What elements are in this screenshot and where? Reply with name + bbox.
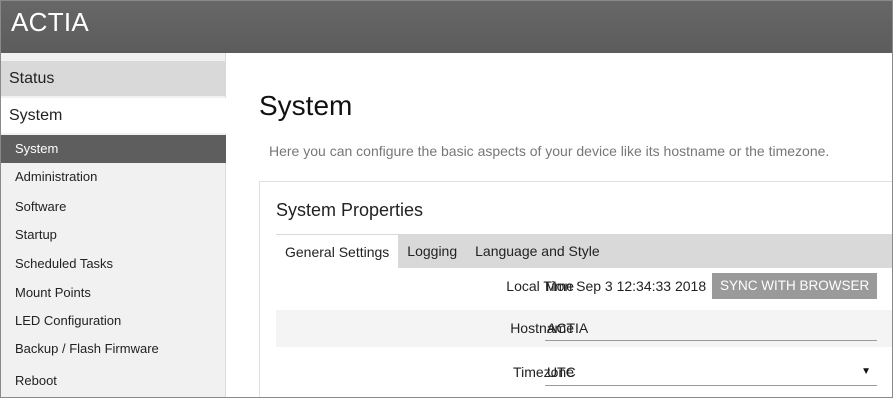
timezone-row: Timezone UTC ▼ <box>276 354 892 391</box>
system-properties-panel: System Properties General Settings Loggi… <box>259 181 892 397</box>
sidebar-section-status[interactable]: Status <box>1 61 226 96</box>
hostname-input[interactable]: ACTIA <box>545 317 877 341</box>
sidebar-item-mount-points[interactable]: Mount Points <box>1 279 226 307</box>
sync-with-browser-button[interactable]: SYNC WITH BROWSER <box>712 273 878 299</box>
page-description: Here you can configure the basic aspects… <box>269 143 830 159</box>
sidebar: Status System System Administration Soft… <box>1 53 226 397</box>
local-time-value: Mon Sep 3 12:34:33 2018 <box>545 278 707 294</box>
timezone-selected-value: UTC <box>547 364 576 380</box>
sidebar-item-system[interactable]: System <box>1 135 226 163</box>
brand-logo[interactable]: ACTIA <box>11 6 89 38</box>
tab-general-settings[interactable]: General Settings <box>276 234 399 268</box>
tab-logging[interactable]: Logging <box>398 234 466 268</box>
main-content: System Here you can configure the basic … <box>227 53 892 397</box>
sidebar-item-scheduled-tasks[interactable]: Scheduled Tasks <box>1 250 226 278</box>
page-title: System <box>259 90 353 121</box>
sidebar-item-reboot[interactable]: Reboot <box>1 367 226 395</box>
sidebar-item-backup-flash-firmware[interactable]: Backup / Flash Firmware <box>1 335 226 363</box>
sidebar-item-led-configuration[interactable]: LED Configuration <box>1 307 226 335</box>
timezone-select[interactable]: UTC ▼ <box>545 360 877 386</box>
sidebar-item-startup[interactable]: Startup <box>1 221 226 249</box>
dropdown-caret-icon: ▼ <box>861 366 871 377</box>
sidebar-item-software[interactable]: Software <box>1 193 226 221</box>
tab-language-and-style[interactable]: Language and Style <box>466 234 609 268</box>
sidebar-item-administration[interactable]: Administration <box>1 163 226 191</box>
browser-page: ACTIA Status System System Administratio… <box>0 0 893 398</box>
header-bar: ACTIA <box>1 1 892 53</box>
panel-title: System Properties <box>276 200 424 220</box>
local-time-row: Local Time Mon Sep 3 12:34:33 2018 SYNC … <box>276 268 892 305</box>
tab-bar: General Settings Logging Language and St… <box>276 234 892 268</box>
sidebar-section-system[interactable]: System <box>1 98 226 133</box>
hostname-row: Hostname ACTIA <box>276 310 892 347</box>
